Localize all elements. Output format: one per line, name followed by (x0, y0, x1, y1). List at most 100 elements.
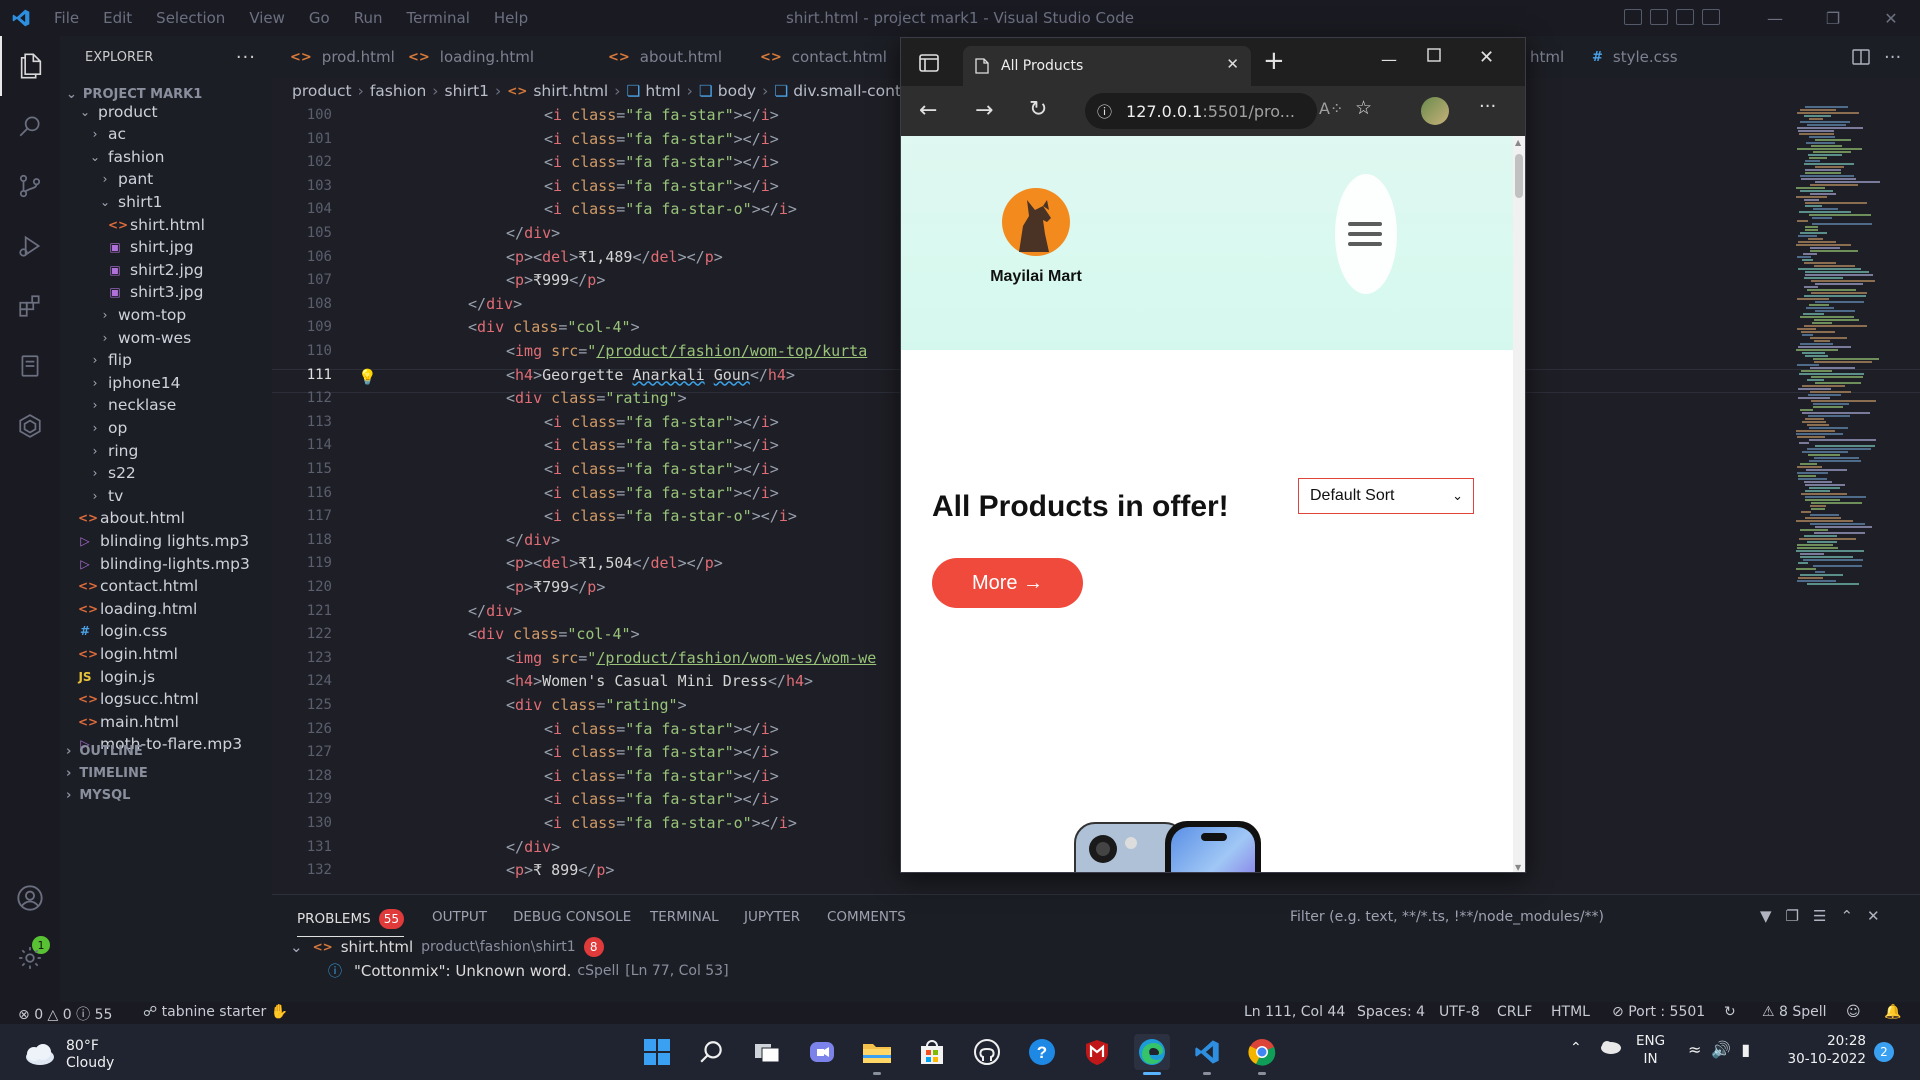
problem-message-row[interactable]: ⓘ "Cottonmix": Unknown word. cSpell [Ln … (328, 961, 729, 981)
search-icon[interactable] (0, 96, 60, 156)
clock[interactable]: 20:28 30-10-2022 (1788, 1032, 1866, 1068)
microsoft-store-icon[interactable] (914, 1034, 950, 1070)
minimize-icon[interactable]: — (1746, 0, 1804, 36)
lightbulb-icon[interactable]: 💡 (358, 368, 377, 386)
breadcrumb-item[interactable]: body (718, 82, 756, 100)
scrollbar-thumb[interactable] (1515, 154, 1523, 198)
chrome-icon[interactable] (1244, 1034, 1280, 1070)
problems-status[interactable]: ⊗ 0 △ 0 ⓘ 55 (18, 1004, 112, 1024)
scroll-up-icon[interactable]: ▲ (1515, 138, 1521, 147)
notifications-bell-icon[interactable]: 🔔 (1884, 1004, 1901, 1020)
tab-problems[interactable]: PROBLEMS 55 (297, 909, 404, 937)
view-as-tree-icon[interactable]: ☰ (1813, 907, 1826, 925)
run-debug-icon[interactable] (0, 216, 60, 276)
maximize-panel-icon[interactable]: ⌃ (1840, 907, 1853, 925)
phone-product-image[interactable] (1073, 821, 1261, 872)
weather-widget[interactable]: 80°F Cloudy (22, 1038, 114, 1072)
toggle-panel-icon[interactable] (1650, 9, 1668, 25)
more-button[interactable]: More → (932, 558, 1083, 608)
remote-explorer-icon[interactable] (0, 396, 60, 456)
minimap[interactable] (1790, 106, 1910, 606)
browser-tab-all-products[interactable]: All Products ✕ (963, 46, 1251, 86)
tab-prod-html[interactable]: <> prod.html (290, 36, 395, 78)
browser-maximize-icon[interactable] (1427, 48, 1441, 66)
indentation[interactable]: Spaces: 4 (1357, 1004, 1425, 1020)
menu-help[interactable]: Help (482, 9, 540, 27)
more-actions-icon[interactable]: ··· (236, 47, 256, 68)
breadcrumb-item[interactable]: html (645, 82, 680, 100)
menu-run[interactable]: Run (342, 9, 395, 27)
settings-more-icon[interactable]: ··· (1479, 96, 1496, 117)
favorite-star-icon[interactable]: ☆ (1355, 97, 1372, 119)
onedrive-icon[interactable] (1598, 1038, 1622, 1058)
tab-comments[interactable]: COMMENTS (827, 909, 906, 925)
explorer-icon[interactable] (0, 36, 60, 96)
tab-style-css[interactable]: # style.css (1592, 36, 1678, 78)
tab-debug-console[interactable]: DEBUG CONSOLE (513, 909, 631, 925)
settings-gear-icon[interactable] (0, 928, 60, 988)
browser-minimize-icon[interactable]: — (1381, 50, 1397, 69)
split-editor-icon[interactable] (1852, 36, 1870, 78)
spell-status[interactable]: ⚠ 8 Spell (1762, 1004, 1827, 1020)
refresh-icon[interactable]: ↻ (1029, 97, 1047, 122)
restore-icon[interactable]: ❐ (1804, 0, 1862, 36)
menu-terminal[interactable]: Terminal (395, 9, 482, 27)
address-bar[interactable]: ⓘ 127.0.0.1:5501/pro... (1085, 93, 1317, 129)
profile-avatar[interactable] (1421, 97, 1449, 125)
menu-toggle[interactable] (1335, 174, 1397, 294)
breadcrumb-item[interactable]: product (292, 82, 352, 100)
menu-view[interactable]: View (237, 9, 297, 27)
breadcrumb-item[interactable]: div.small-conta (793, 82, 910, 100)
edge-browser-icon[interactable] (1134, 1034, 1170, 1070)
language-mode[interactable]: HTML (1551, 1004, 1590, 1020)
tabnine-status[interactable]: ☍ tabnine starter ✋ (143, 1004, 288, 1020)
sort-select[interactable]: Default Sort ⌄ (1298, 478, 1474, 514)
site-info-icon[interactable]: ⓘ (1097, 101, 1112, 122)
accounts-icon[interactable] (0, 868, 60, 928)
source-control-icon[interactable] (0, 156, 60, 216)
show-hidden-icons[interactable]: ⌃ (1570, 1040, 1582, 1056)
close-tab-icon[interactable]: ✕ (1226, 55, 1239, 73)
close-panel-icon[interactable]: ✕ (1867, 907, 1880, 925)
tab-shirt-html[interactable]: html (1530, 36, 1564, 78)
github-icon[interactable] (969, 1034, 1005, 1070)
tab-actions-icon[interactable] (919, 54, 939, 76)
vscode-taskbar-icon[interactable] (1189, 1034, 1225, 1070)
tab-about-html[interactable]: <> about.html (608, 36, 722, 78)
menu-file[interactable]: File (42, 9, 91, 27)
cursor-position[interactable]: Ln 111, Col 44 (1244, 1004, 1345, 1020)
tab-loading-html[interactable]: <> loading.html (408, 36, 534, 78)
tab-contact-html[interactable]: <> contact.html (760, 36, 887, 78)
editor-more-icon[interactable]: ··· (1884, 36, 1901, 78)
customize-layout-icon[interactable] (1702, 9, 1720, 25)
tab-output[interactable]: OUTPUT (432, 909, 487, 925)
menu-edit[interactable]: Edit (91, 9, 144, 27)
mcafee-icon[interactable] (1079, 1034, 1115, 1070)
new-tab-icon[interactable]: + (1263, 48, 1285, 74)
back-icon[interactable]: ← (919, 98, 937, 123)
notification-badge[interactable]: 2 (1874, 1042, 1894, 1062)
tab-jupyter[interactable]: JUPYTER (744, 909, 800, 925)
breadcrumb-item[interactable]: fashion (370, 82, 426, 100)
help-icon[interactable]: ? (1024, 1034, 1060, 1070)
section-mysql[interactable]: › MYSQL (60, 782, 272, 809)
page-scrollbar[interactable]: ▲ ▼ (1513, 136, 1525, 872)
extensions-icon[interactable] (0, 276, 60, 336)
toggle-primary-sidebar-icon[interactable] (1624, 9, 1642, 25)
live-server-port[interactable]: ⊘ Port : 5501 (1612, 1004, 1705, 1020)
forward-icon[interactable]: → (975, 98, 993, 123)
brand-logo[interactable] (999, 186, 1073, 264)
system-tray[interactable]: ≈ 🔊 ▮ (1688, 1040, 1750, 1059)
breadcrumb-item[interactable]: shirt.html (533, 82, 608, 100)
breadcrumb-item[interactable]: shirt1 (445, 82, 490, 100)
start-button[interactable] (639, 1034, 675, 1070)
tab-terminal[interactable]: TERMINAL (650, 909, 719, 925)
close-icon[interactable]: ✕ (1862, 0, 1920, 36)
menu-selection[interactable]: Selection (144, 9, 237, 27)
encoding[interactable]: UTF-8 (1439, 1004, 1480, 1020)
teams-chat-icon[interactable] (804, 1034, 840, 1070)
search-taskbar-icon[interactable] (694, 1034, 730, 1070)
task-view-icon[interactable] (749, 1034, 785, 1070)
feedback-icon[interactable]: ☺ (1846, 1004, 1861, 1020)
toggle-secondary-sidebar-icon[interactable] (1676, 9, 1694, 25)
